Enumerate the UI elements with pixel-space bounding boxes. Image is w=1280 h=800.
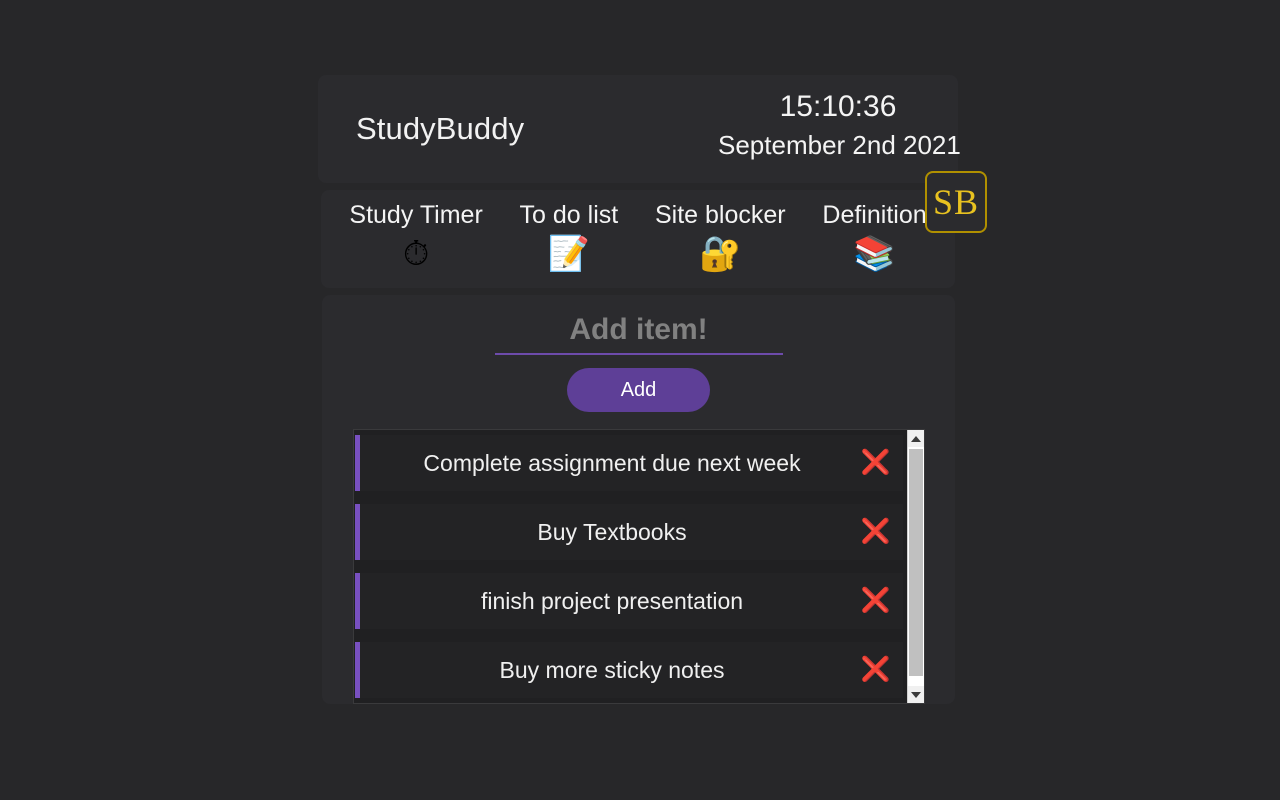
scroll-up-button[interactable] xyxy=(907,430,924,447)
chevron-up-icon xyxy=(910,435,921,442)
memo-icon: 📝 xyxy=(547,235,591,273)
todo-list-item[interactable]: Buy more sticky notes ❌ xyxy=(354,642,903,698)
add-item-input[interactable] xyxy=(494,309,783,355)
todo-list-item[interactable]: Complete assignment due next week ❌ xyxy=(354,435,903,491)
todo-item-text: Buy more sticky notes xyxy=(499,656,725,683)
scroll-down-button[interactable] xyxy=(907,686,924,703)
delete-icon[interactable]: ❌ xyxy=(861,451,891,475)
todo-item-text: finish project presentation xyxy=(480,587,744,614)
todo-list-item[interactable]: Buy Textbooks ❌ xyxy=(354,504,903,560)
todo-list-container: Complete assignment due next week ❌ Buy … xyxy=(352,429,925,704)
delete-icon[interactable]: ❌ xyxy=(861,520,891,544)
add-button[interactable]: Add xyxy=(567,368,710,412)
clock-block: 15:10:36 September 2nd 2021 xyxy=(718,87,961,163)
todo-panel: Add Complete assignment due next week ❌ … xyxy=(322,295,955,704)
studybuddy-logo: SB xyxy=(925,171,987,233)
tab-definition[interactable]: Definition 📚 xyxy=(804,198,945,276)
books-icon: 📚 xyxy=(853,235,896,273)
add-item-area: Add xyxy=(322,309,955,412)
app-header: StudyBuddy SB 15:10:36 September 2nd 202… xyxy=(318,75,987,233)
tab-site-blocker[interactable]: Site blocker 🔐 xyxy=(637,198,804,276)
current-time: 15:10:36 xyxy=(779,90,897,123)
delete-icon[interactable]: ❌ xyxy=(861,658,891,682)
scrollbar-thumb[interactable] xyxy=(908,449,923,676)
nav-tabs: Study Timer ⏱ To do list 📝 Site blocker … xyxy=(321,190,955,288)
lock-icon: 🔐 xyxy=(699,235,742,273)
tab-study-timer[interactable]: Study Timer ⏱ xyxy=(331,198,501,276)
todo-item-text: Complete assignment due next week xyxy=(423,449,801,476)
tab-to-do-list[interactable]: To do list 📝 xyxy=(501,198,636,276)
todo-list-item[interactable]: finish project presentation ❌ xyxy=(354,573,903,629)
delete-icon[interactable]: ❌ xyxy=(861,589,891,613)
todo-list-scrollbar[interactable] xyxy=(906,430,924,703)
timer-icon: ⏱ xyxy=(402,235,430,273)
todo-item-text: Buy Textbooks xyxy=(537,518,687,545)
tab-to-do-list-label: To do list xyxy=(519,201,619,229)
studybuddy-app: StudyBuddy SB 15:10:36 September 2nd 202… xyxy=(318,75,987,704)
tab-study-timer-label: Study Timer xyxy=(349,201,483,229)
app-title: StudyBuddy xyxy=(356,111,525,146)
tab-site-blocker-label: Site blocker xyxy=(655,201,786,229)
current-date: September 2nd 2021 xyxy=(718,130,961,160)
tab-definition-label: Definition xyxy=(822,201,927,229)
todo-list: Complete assignment due next week ❌ Buy … xyxy=(354,430,907,703)
logo-initials: SB xyxy=(932,182,980,222)
chevron-down-icon xyxy=(910,691,921,698)
